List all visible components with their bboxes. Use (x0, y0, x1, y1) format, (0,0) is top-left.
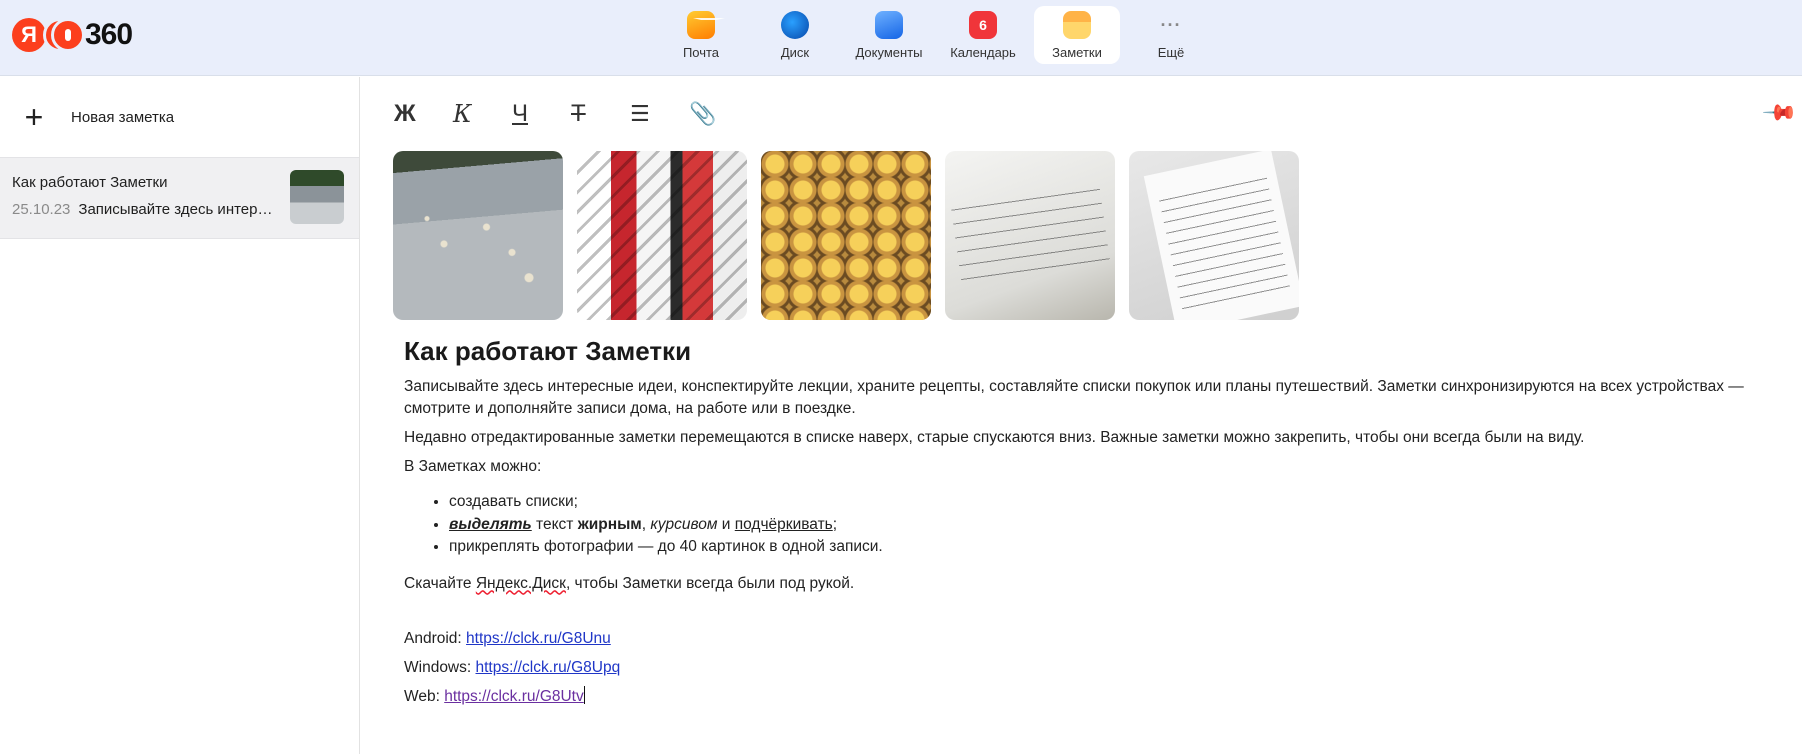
service-label: Календарь (950, 45, 1016, 60)
plain-text: и (717, 515, 735, 533)
web-link[interactable]: https://clck.ru/G8Utv (444, 688, 584, 705)
service-notes[interactable]: Заметки (1034, 6, 1120, 64)
note-paragraph: Недавно отредактированные заметки переме… (404, 429, 1585, 446)
list-item: прикреплять фотографии — до 40 картинок … (449, 536, 1784, 559)
note-paragraph: Записывайте здесь интересные идеи, консп… (404, 378, 1744, 417)
list-item: выделять текст жирным, курсивом и подчёр… (449, 514, 1784, 537)
service-label: Почта (682, 45, 720, 60)
service-disk[interactable]: Диск (748, 6, 842, 64)
italic-text: курсивом (650, 515, 718, 533)
italic-button[interactable]: К (453, 100, 512, 128)
service-mail[interactable]: Почта (654, 6, 748, 64)
top-bar: Я 360 Почта Диск Документы 6 Календарь З… (0, 0, 1802, 76)
android-link[interactable]: https://clck.ru/G8Unu (466, 630, 611, 647)
calendar-icon: 6 (969, 11, 997, 39)
service-label: Диск (780, 45, 810, 60)
plus-icon: + (24, 99, 44, 135)
link-row-android: Android: https://clck.ru/G8Unu (404, 624, 1784, 653)
graffiti-photo[interactable] (577, 151, 747, 320)
underline-button[interactable]: Ч (512, 100, 571, 128)
pastel-de-nata-photo[interactable] (761, 151, 931, 320)
list-item: создавать списки; (449, 491, 1784, 514)
strikethrough-button[interactable]: Т (571, 100, 630, 128)
plain-text: текст (531, 515, 578, 533)
link-label: Android: (404, 629, 467, 647)
service-label: Документы (855, 45, 923, 60)
bold-button[interactable]: Ж (394, 100, 453, 128)
note-paragraph: В Заметках можно: (404, 458, 542, 475)
windows-link[interactable]: https://clck.ru/G8Upq (476, 659, 621, 676)
service-calendar[interactable]: 6 Календарь (936, 6, 1030, 64)
pin-icon[interactable]: 📌 (1761, 94, 1799, 132)
note-paragraph: Скачайте Яндекс.Диск, чтобы Заметки всег… (404, 573, 1784, 595)
more-icon: ··· (1160, 14, 1182, 35)
service-label: Ещё (1157, 45, 1185, 60)
docs-icon (875, 11, 903, 39)
link-label: Windows: (404, 658, 476, 676)
bold-italic-underline-text: выделять (449, 515, 532, 533)
yandex-360-logo[interactable]: Я 360 (12, 18, 133, 52)
note-editor[interactable]: Как работают Заметки Записывайте здесь и… (404, 336, 1784, 711)
note-item-date: 25.10.23 (12, 201, 71, 218)
bold-text: жирным (577, 515, 642, 533)
link-row-windows: Windows: https://clck.ru/G8Upq (404, 653, 1784, 682)
logo-text: 360 (85, 18, 133, 51)
plain-text: Скачайте (404, 574, 476, 592)
download-links: Android: https://clck.ru/G8Unu Windows: … (404, 624, 1784, 711)
service-docs[interactable]: Документы (842, 6, 936, 64)
link-label: Web: (404, 687, 445, 705)
mail-icon (687, 11, 725, 39)
plain-text: , чтобы Заметки всегда были под рукой. (565, 574, 855, 592)
spellcheck-word: Яндекс.Диск (475, 574, 566, 592)
link-row-web: Web: https://clck.ru/G8Utv (404, 682, 1784, 711)
attached-images (393, 151, 1313, 320)
new-note-label: Новая заметка (71, 108, 175, 126)
note-item-preview: Записывайте здесь интересные идеи, консп… (78, 201, 274, 218)
text-cursor (583, 685, 585, 704)
yandex-logo-icon: Я (12, 18, 46, 52)
services-nav: Почта Диск Документы 6 Календарь Заметки… (654, 6, 1218, 64)
note-list-item[interactable]: Как работают Заметки 25.10.23 Записывайте… (0, 157, 359, 239)
logo-circles-icon (43, 18, 85, 52)
format-toolbar: Ж К Ч Т ☰ 📎 (394, 100, 748, 128)
plain-text: ; (832, 515, 838, 533)
note-item-meta: 25.10.23 Записывайте здесь интересные иде… (12, 201, 274, 218)
note-item-title: Как работают Заметки (12, 174, 168, 191)
service-more[interactable]: ··· Ещё (1124, 6, 1218, 64)
service-label: Заметки (1052, 45, 1102, 60)
notes-sidebar: + Новая заметка Как работают Заметки 25.… (0, 77, 360, 754)
underlined-text: подчёркивать (734, 515, 833, 533)
note-title[interactable]: Как работают Заметки (404, 336, 1784, 372)
attach-icon[interactable]: 📎 (689, 100, 748, 128)
note-bullet-list: создавать списки; выделять текст жирным,… (404, 491, 1784, 559)
notes-icon (1063, 11, 1091, 39)
disk-icon (781, 11, 809, 39)
bulleted-list-button[interactable]: ☰ (630, 100, 689, 128)
note-item-thumbnail (290, 170, 344, 224)
whiteboard-photo[interactable] (945, 151, 1115, 320)
new-note-button[interactable]: + Новая заметка (20, 99, 175, 135)
beach-photo[interactable] (393, 151, 563, 320)
receipt-photo[interactable] (1129, 151, 1299, 320)
